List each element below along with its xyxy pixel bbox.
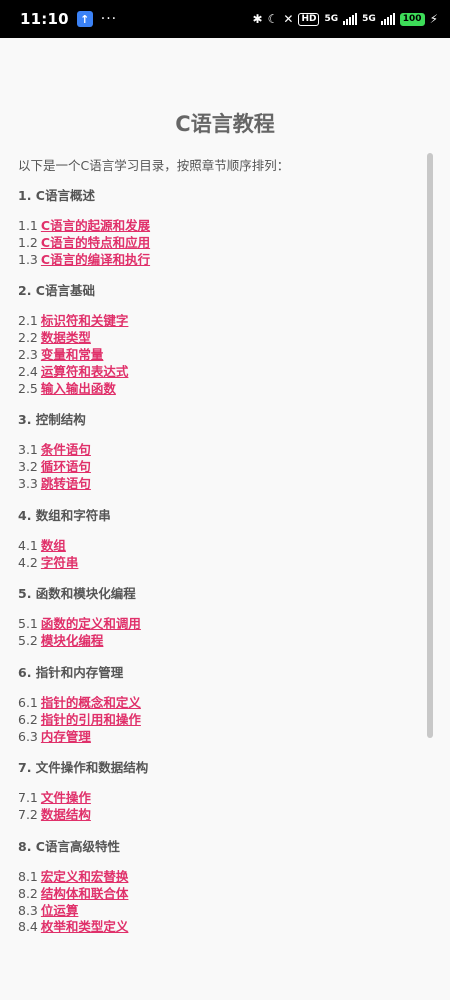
toc-link[interactable]: 标识符和关键字	[41, 313, 129, 328]
toc-link[interactable]: 位运算	[41, 903, 79, 918]
list-item: 2.5 输入输出函数	[18, 380, 116, 396]
list-item: 3.1 条件语句	[18, 442, 91, 458]
toc-link[interactable]: 字符串	[41, 555, 79, 570]
chapter-title: 8. C语言高级特性	[18, 838, 120, 854]
battery-icon: 100	[399, 12, 425, 26]
toc-link[interactable]: 指针的引用和操作	[41, 712, 141, 727]
page-title: C语言教程	[175, 112, 275, 136]
status-bar: 11:10 ↑ ··· ✱ ☾ ✕ HD 5G 5G 100 ⚡	[0, 0, 450, 38]
list-item: 2.1 标识符和关键字	[18, 313, 129, 329]
toc-link[interactable]: 函数的定义和调用	[41, 616, 141, 631]
chapter-3: 3. 控制结构 3.1 条件语句 3.2 循环语句 3.3 跳转语句	[18, 410, 418, 492]
upload-icon: ↑	[76, 11, 93, 27]
toc-link[interactable]: C语言的起源和发展	[41, 218, 150, 233]
list-item: 7.1 文件操作	[18, 790, 91, 806]
toc-link[interactable]: 指针的概念和定义	[41, 695, 141, 710]
chapter-7: 7. 文件操作和数据结构 7.1 文件操作 7.2 数据结构	[18, 758, 418, 824]
list-item: 5.2 模块化编程	[18, 633, 104, 649]
chapter-title: 5. 函数和模块化编程	[18, 586, 136, 602]
chapter-6: 6. 指针和内存管理 6.1 指针的概念和定义 6.2 指针的引用和操作 6.3 内存…	[18, 663, 418, 745]
hd-icon: HD	[298, 12, 320, 26]
toc-link[interactable]: 数组	[41, 538, 66, 553]
do-not-disturb-icon: ☾	[267, 12, 279, 26]
table-of-contents: 1. C语言概述 1.1 C语言的起源和发展 1.2 C语言的特点和应用 1.3 C语…	[18, 186, 418, 949]
network-type-2: 5G	[362, 14, 376, 24]
signal-icon	[343, 13, 358, 25]
toc-link[interactable]: 数据类型	[41, 330, 91, 345]
more-notifications-icon: ···	[100, 11, 118, 27]
charging-icon: ⚡	[429, 12, 438, 26]
chapter-5: 5. 函数和模块化编程 5.1 函数的定义和调用 5.2 模块化编程	[18, 584, 418, 650]
list-item: 3.3 跳转语句	[18, 475, 91, 491]
toc-link[interactable]: 数据结构	[41, 807, 91, 822]
vibrate-off-icon: ✕	[283, 12, 294, 26]
list-item: 6.3 内存管理	[18, 728, 91, 744]
list-item: 2.3 变量和常量	[18, 346, 104, 362]
toc-link[interactable]: 变量和常量	[41, 347, 104, 362]
scrollbar[interactable]	[427, 153, 433, 738]
toc-link[interactable]: 循环语句	[41, 459, 91, 474]
toc-link[interactable]: 内存管理	[41, 729, 91, 744]
chapter-title: 4. 数组和字符串	[18, 507, 111, 523]
list-item: 1.2 C语言的特点和应用	[18, 234, 151, 250]
list-item: 7.2 数据结构	[18, 807, 91, 823]
chapter-title: 2. C语言基础	[18, 283, 95, 299]
toc-link[interactable]: 跳转语句	[41, 476, 91, 491]
toc-link[interactable]: 宏定义和宏替换	[41, 869, 129, 884]
bluetooth-icon: ✱	[252, 12, 263, 26]
list-item: 3.2 循环语句	[18, 459, 91, 475]
chapter-1: 1. C语言概述 1.1 C语言的起源和发展 1.2 C语言的特点和应用 1.3 C语…	[18, 186, 418, 268]
toc-link[interactable]: 条件语句	[41, 442, 91, 457]
list-item: 8.1 宏定义和宏替换	[18, 868, 129, 884]
list-item: 8.4 枚举和类型定义	[18, 919, 129, 935]
list-item: 2.2 数据类型	[18, 330, 91, 346]
chapter-8: 8. C语言高级特性 8.1 宏定义和宏替换 8.2 结构体和联合体 8.3 位运算 …	[18, 837, 418, 936]
list-item: 8.2 结构体和联合体	[18, 885, 129, 901]
list-item: 8.3 位运算	[18, 902, 79, 918]
toc-link[interactable]: 模块化编程	[41, 633, 104, 648]
toc-link[interactable]: 结构体和联合体	[41, 886, 129, 901]
list-item: 2.4 运算符和表达式	[18, 363, 129, 379]
toc-link[interactable]: 输入输出函数	[41, 381, 116, 396]
page-content[interactable]: C语言教程 以下是一个C语言学习目录，按照章节顺序排列： 1. C语言概述 1.…	[0, 38, 450, 1000]
toc-link[interactable]: C语言的编译和执行	[41, 252, 150, 267]
chapter-2: 2. C语言基础 2.1 标识符和关键字 2.2 数据类型 2.3 变量和常量 2.4…	[18, 281, 418, 397]
list-item: 1.1 C语言的起源和发展	[18, 218, 151, 233]
list-item: 6.2 指针的引用和操作	[18, 711, 141, 727]
toc-link[interactable]: 运算符和表达式	[41, 364, 129, 379]
toc-link[interactable]: C语言的特点和应用	[41, 235, 150, 250]
toc-link[interactable]: 枚举和类型定义	[41, 919, 129, 934]
list-item: 1.3 C语言的编译和执行	[18, 251, 151, 267]
list-item: 4.1 数组	[18, 537, 66, 553]
list-item: 5.1 函数的定义和调用	[18, 616, 141, 632]
intro-text: 以下是一个C语言学习目录，按照章节顺序排列：	[18, 158, 290, 173]
network-type-1: 5G	[324, 14, 339, 24]
list-item: 4.2 字符串	[18, 554, 79, 570]
status-time: 11:10	[20, 10, 69, 28]
signal-icon-2	[380, 13, 395, 25]
chapter-title: 3. 控制结构	[18, 412, 86, 428]
chapter-4: 4. 数组和字符串 4.1 数组 4.2 字符串	[18, 506, 418, 572]
chapter-title: 6. 指针和内存管理	[18, 664, 124, 680]
list-item: 6.1 指针的概念和定义	[18, 694, 141, 710]
chapter-title: 1. C语言概述	[18, 188, 95, 203]
chapter-title: 7. 文件操作和数据结构	[18, 760, 149, 776]
toc-link[interactable]: 文件操作	[41, 790, 91, 805]
